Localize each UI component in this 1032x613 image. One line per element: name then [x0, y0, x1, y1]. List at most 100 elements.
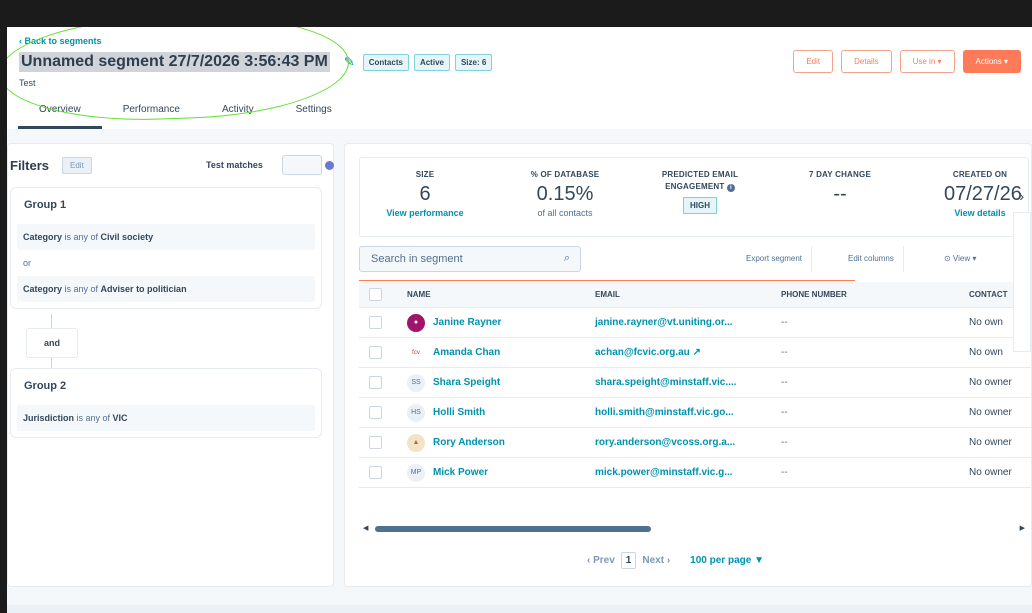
avatar: SS	[407, 373, 425, 392]
stat-7-day-change: 7 DAY CHANGE --	[790, 169, 890, 206]
contact-phone: --	[781, 377, 788, 388]
stat-percent-database: % OF DATABASE 0.15% of all contacts	[515, 169, 615, 218]
name-cell: SS Shara Speight	[407, 373, 595, 392]
contact-name-link[interactable]: Holli Smith	[433, 407, 485, 418]
group-title: Group 1	[24, 199, 67, 211]
contact-email[interactable]: rory.anderson@vcoss.org.a...	[595, 437, 781, 448]
edit-title-pencil-icon[interactable]: ✎	[344, 54, 355, 70]
contact-email[interactable]: janine.rayner@vt.uniting.or...	[595, 317, 781, 328]
row-checkbox[interactable]	[369, 346, 382, 359]
filters-edit-button[interactable]: Edit	[62, 157, 92, 174]
engagement-badge: HIGH	[683, 197, 717, 214]
filter-condition[interactable]: Category is any of Civil society	[17, 224, 315, 250]
contact-owner: No owner	[969, 377, 1012, 388]
contact-name-link[interactable]: Shara Speight	[433, 377, 500, 388]
row-checkbox[interactable]	[369, 316, 382, 329]
contact-email[interactable]: achan@fcvic.org.au ↗	[595, 347, 781, 358]
scroll-right-arrow-icon[interactable]: ▶	[1020, 524, 1025, 532]
info-icon[interactable]: i	[726, 184, 735, 192]
avatar: ▲	[407, 433, 425, 452]
bottom-bar	[7, 605, 1032, 613]
group-title: Group 2	[24, 380, 67, 392]
condition-value: VIC	[112, 413, 128, 423]
horizontal-scrollbar[interactable]: ◀ ▶	[359, 524, 1029, 534]
stat-subtext: of all contacts	[537, 208, 593, 218]
column-header-phone[interactable]: PHONE NUMBER	[781, 290, 969, 299]
condition-value: Adviser to politician	[100, 284, 187, 294]
stat-value: --	[833, 183, 847, 205]
row-checkbox[interactable]	[369, 436, 382, 449]
row-checkbox[interactable]	[369, 466, 382, 479]
name-cell: fcv Amanda Chan	[407, 343, 595, 362]
contact-name-link[interactable]: Amanda Chan	[433, 347, 500, 358]
contact-email[interactable]: shara.speight@minstaff.vic....	[595, 377, 781, 388]
stat-label-text: ENGAGEMENT	[665, 182, 725, 191]
tab-performance[interactable]: Performance	[102, 103, 201, 129]
condition-property: Category	[23, 284, 63, 294]
tab-activity[interactable]: Activity	[201, 103, 275, 129]
contact-name-link[interactable]: Janine Rayner	[433, 317, 501, 328]
table-header: NAME EMAIL PHONE NUMBER CONTACT	[359, 282, 1031, 308]
segment-title[interactable]: Unnamed segment 27/7/2026 3:56:43 PM	[19, 52, 330, 72]
edit-columns-button[interactable]: Edit columns	[839, 246, 904, 272]
pagination: ‹ Prev 1 Next › 100 per page ▼	[587, 552, 764, 569]
or-separator: or	[23, 258, 32, 268]
use-in-dropdown[interactable]: Use in ▾	[899, 50, 955, 73]
search-icon: ⌕	[563, 252, 570, 264]
column-header-email[interactable]: EMAIL	[595, 290, 781, 299]
filter-condition[interactable]: Jurisdiction is any of VIC	[17, 405, 315, 431]
segment-overview-panel: SIZE 6 View performance % OF DATABASE 0.…	[344, 143, 1032, 587]
chevron-right-icon[interactable]: ›	[1019, 188, 1024, 204]
actions-dropdown[interactable]: Actions ▾	[962, 50, 1021, 73]
stat-label: CREATED ON	[952, 170, 1008, 179]
view-performance-link[interactable]: View performance	[380, 208, 470, 218]
tab-settings[interactable]: Settings	[275, 103, 353, 129]
contact-name-link[interactable]: Rory Anderson	[433, 437, 505, 448]
stat-value: 07/27/26	[944, 183, 1022, 205]
stat-size: SIZE 6 View performance	[380, 169, 470, 218]
row-check-cell	[359, 346, 407, 359]
contact-phone: --	[781, 407, 788, 418]
contact-owner: No owner	[969, 437, 1012, 448]
select-all-checkbox[interactable]	[369, 288, 382, 301]
avatar: ●	[407, 313, 425, 332]
test-matches-toggle[interactable]	[282, 155, 322, 175]
row-checkbox[interactable]	[369, 406, 382, 419]
view-dropdown[interactable]: ⊙ View ▾	[935, 246, 985, 272]
and-connector[interactable]: and	[26, 328, 78, 358]
contact-email[interactable]: mick.power@minstaff.vic.g...	[595, 467, 781, 478]
stat-label: % OF DATABASE	[530, 170, 600, 179]
contact-email[interactable]: holli.smith@minstaff.vic.go...	[595, 407, 781, 418]
per-page-dropdown[interactable]: 100 per page ▼	[690, 555, 764, 566]
scroll-left-arrow-icon[interactable]: ◀	[363, 524, 368, 532]
back-to-segments-link[interactable]: ‹ Back to segments	[19, 36, 102, 46]
side-panel-strip[interactable]	[1013, 212, 1031, 352]
scrollbar-thumb[interactable]	[375, 526, 651, 532]
table-row: SS Shara Speight shara.speight@minstaff.v…	[359, 368, 1031, 398]
condition-property: Jurisdiction	[23, 413, 75, 423]
filter-group-1: Group 1 Category is any of Civil society…	[10, 187, 322, 309]
name-cell: HS Holli Smith	[407, 403, 595, 422]
tab-overview[interactable]: Overview	[18, 103, 102, 129]
name-cell: ● Janine Rayner	[407, 313, 595, 332]
next-page-button[interactable]: Next ›	[642, 555, 670, 566]
search-placeholder: Search in segment	[371, 253, 463, 265]
stat-predicted-engagement: PREDICTED EMAIL ENGAGEMENT i HIGH	[645, 169, 755, 214]
type-badge: Contacts	[362, 53, 409, 71]
edit-button[interactable]: Edit	[793, 50, 834, 73]
row-check-cell	[359, 466, 407, 479]
name-cell: MP Mick Power	[407, 463, 595, 482]
filter-condition[interactable]: Category is any of Adviser to politician	[17, 276, 315, 302]
stat-label-line2: ENGAGEMENT i	[645, 181, 755, 193]
filters-title: Filters	[10, 158, 50, 173]
contact-name-link[interactable]: Mick Power	[433, 467, 488, 478]
export-segment-button[interactable]: Export segment	[737, 246, 813, 272]
prev-page-button[interactable]: ‹ Prev	[587, 555, 615, 566]
column-header-name[interactable]: NAME	[407, 290, 595, 299]
table-row: ● Janine Rayner janine.rayner@vt.uniting.…	[359, 308, 1031, 338]
search-underline	[359, 280, 855, 281]
segment-search-input[interactable]: Search in segment ⌕	[359, 246, 581, 272]
details-button[interactable]: Details	[841, 50, 892, 73]
current-page[interactable]: 1	[620, 552, 637, 569]
row-checkbox[interactable]	[369, 376, 382, 389]
